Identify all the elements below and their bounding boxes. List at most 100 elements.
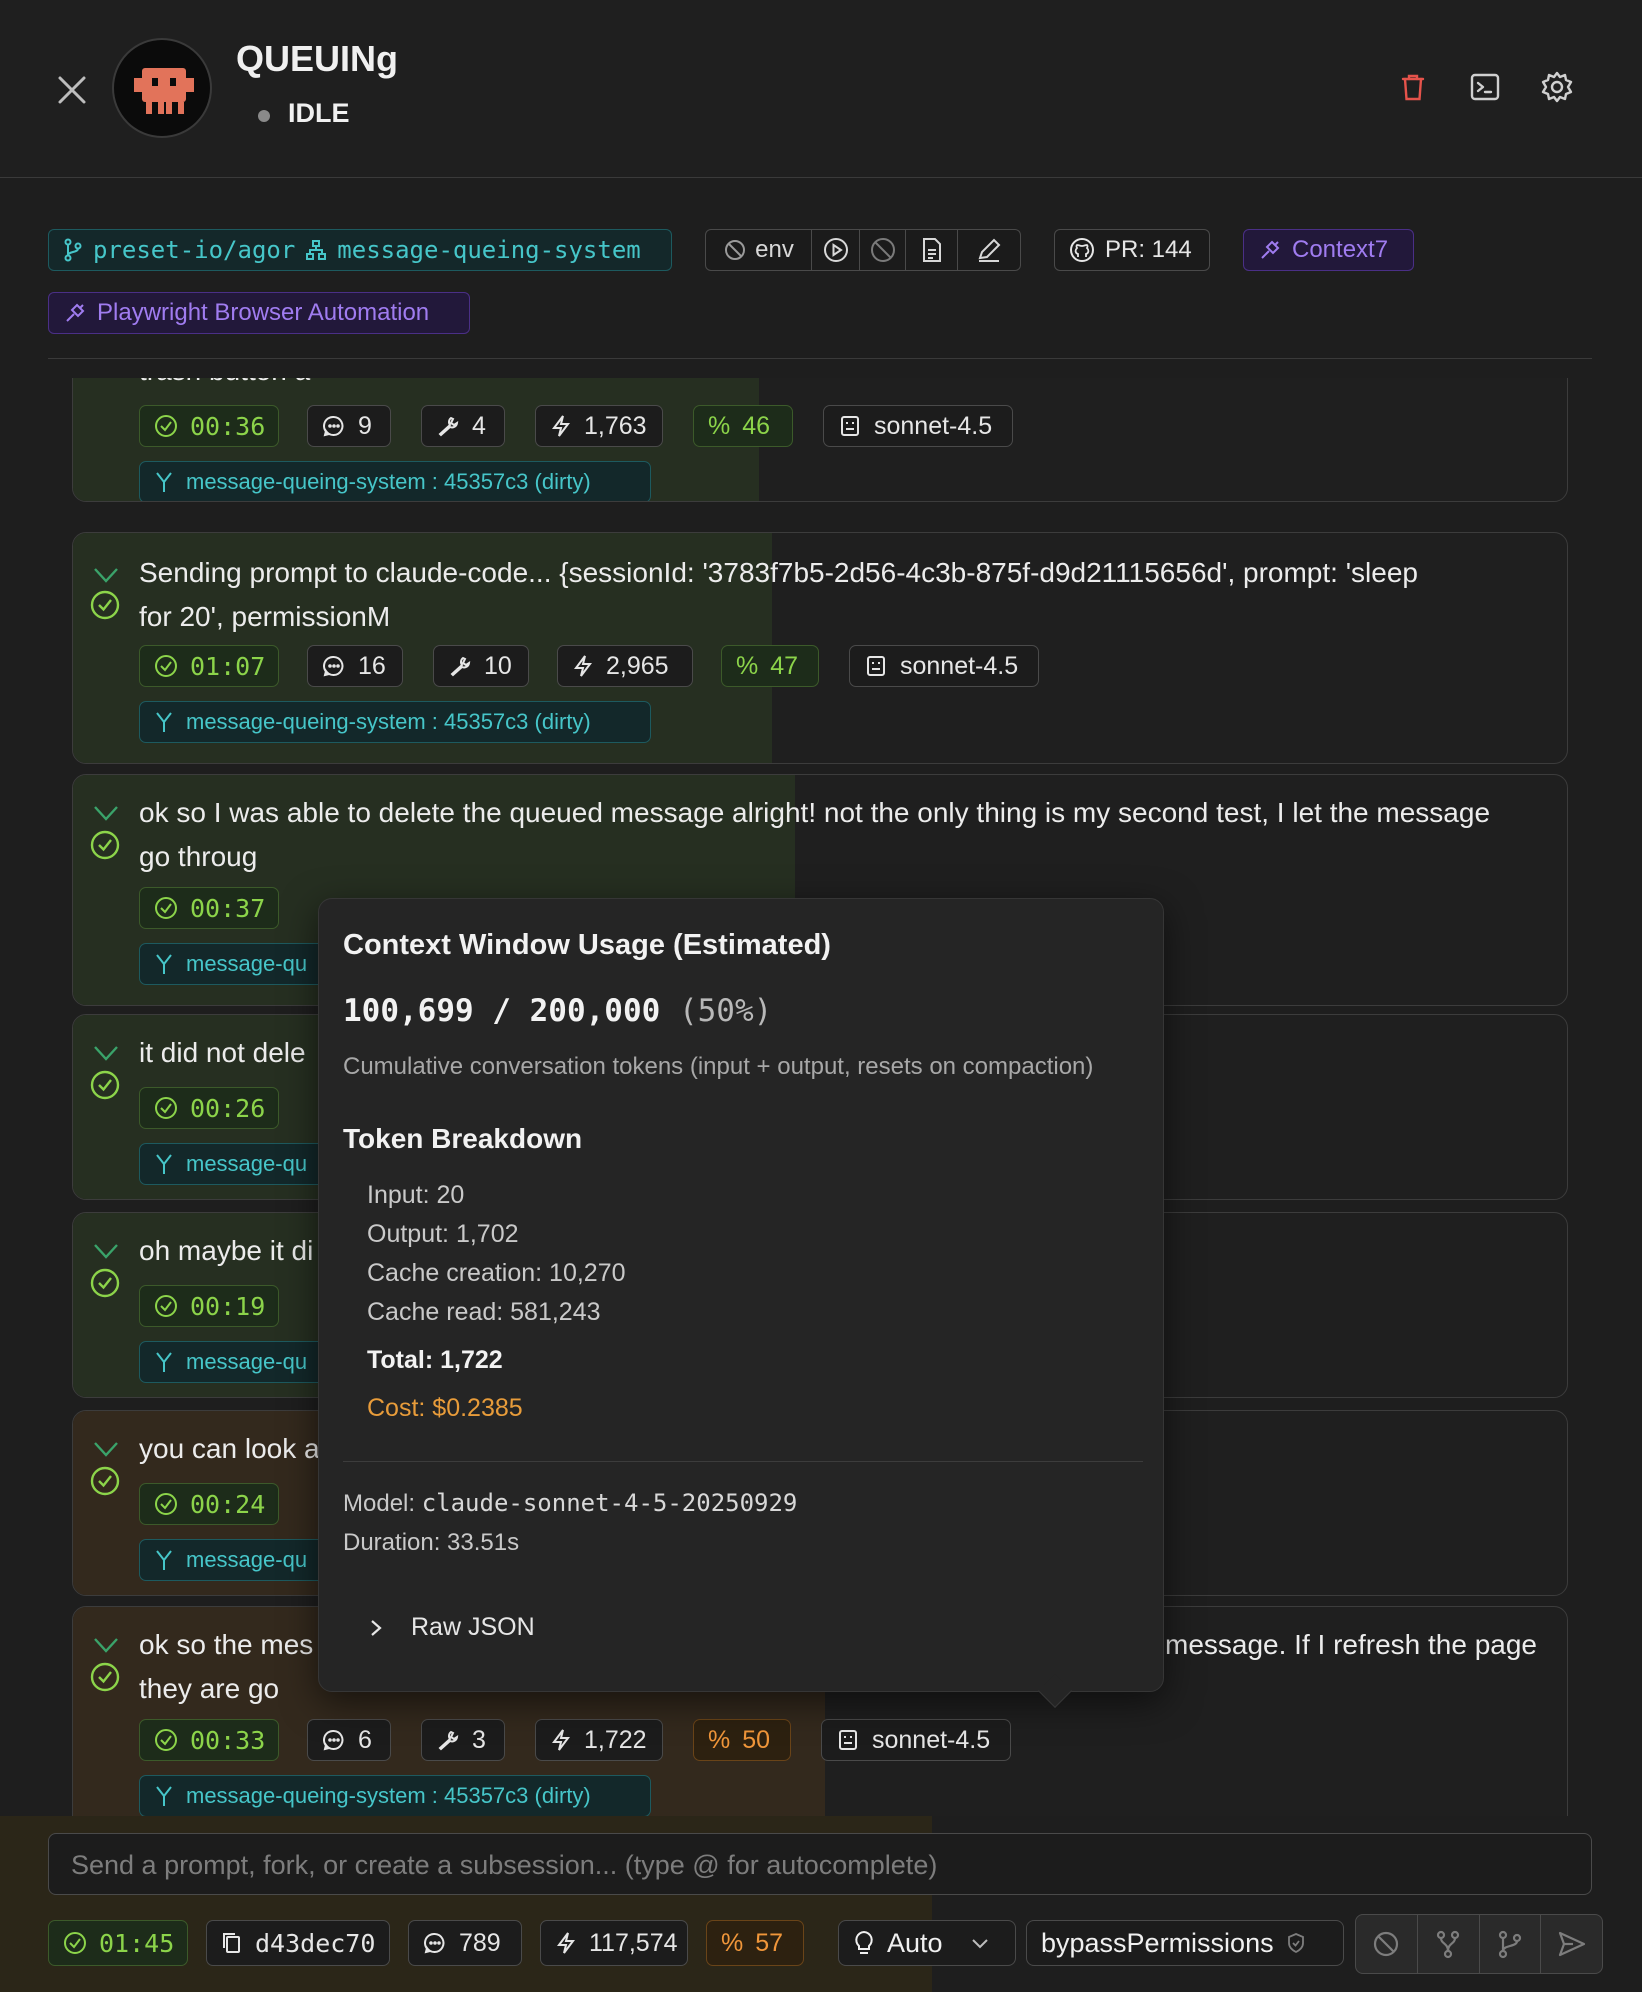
model-badge: sonnet-4.5 <box>821 1719 1011 1761</box>
context-usage-value: 100,699 / 200,000 (50%) <box>343 993 773 1029</box>
wrench-icon <box>438 416 459 437</box>
env-label: env <box>755 236 794 263</box>
cache-creation-tokens: Cache creation: 10,270 <box>367 1259 626 1287</box>
chevron-down-icon[interactable] <box>91 1041 121 1065</box>
message-card[interactable]: trash button a 00:36 9 4 1,763 % 46 sonn… <box>72 378 1568 502</box>
cost-value: Cost: $0.2385 <box>367 1394 523 1422</box>
stop-icon <box>1374 1931 1399 1957</box>
duration-badge: 00:36 <box>139 405 279 447</box>
chat-icon <box>323 1729 344 1751</box>
chevron-down-icon <box>971 1939 988 1949</box>
repo-name: preset-io/agor <box>93 236 296 264</box>
git-fork-icon <box>156 1550 172 1570</box>
session-token-count: 117,574 <box>540 1920 688 1966</box>
check-circle-icon <box>90 1070 120 1100</box>
check-circle-icon <box>90 1466 120 1496</box>
git-fork-icon <box>156 1352 172 1372</box>
robot-icon <box>867 656 885 676</box>
gear-icon[interactable] <box>1540 70 1574 104</box>
git-fork-icon <box>156 712 172 732</box>
mode-value: Auto <box>887 1927 943 1958</box>
permission-value: bypassPermissions <box>1041 1927 1274 1958</box>
tool-count-badge: 10 <box>433 645 529 687</box>
context-usage-percent: (50%) <box>678 993 773 1029</box>
model-badge: sonnet-4.5 <box>849 645 1039 687</box>
env-edit-button[interactable] <box>958 230 1020 270</box>
session-message-count: 789 <box>408 1920 522 1966</box>
commit-badge[interactable]: d43dec70 <box>206 1920 390 1966</box>
percent-icon: % <box>708 1725 731 1754</box>
stop-button[interactable] <box>1356 1915 1418 1973</box>
chevron-down-icon[interactable] <box>91 563 121 587</box>
chevron-down-icon[interactable] <box>91 801 121 825</box>
message-count-badge: 6 <box>307 1719 391 1761</box>
mode-select[interactable]: Auto <box>838 1920 1016 1966</box>
env-status[interactable]: env <box>706 230 812 270</box>
mcp-label-context7: Context7 <box>1292 236 1389 263</box>
subsession-button[interactable] <box>1480 1915 1542 1973</box>
branch-badge: message-queing-system : 45357c3 (dirty) <box>139 1775 651 1816</box>
chat-icon <box>323 655 344 677</box>
mcp-tag-context7[interactable]: Context7 <box>1243 229 1414 271</box>
file-icon <box>922 238 941 262</box>
env-start-button[interactable] <box>812 230 860 270</box>
context-percent-badge[interactable]: % 50 <box>693 1719 791 1761</box>
terminal-icon[interactable] <box>1468 70 1502 104</box>
branch-badge: message-queing-system : 45357c3 (dirty) <box>139 461 651 501</box>
repo-worktree-tag[interactable]: preset-io/agor message-queing-system <box>48 229 672 271</box>
message-text-line2: go throug <box>139 841 258 872</box>
duration-badge: 00:33 <box>139 1719 279 1761</box>
check-circle-icon <box>155 1295 177 1317</box>
git-fork-icon <box>156 1786 172 1806</box>
prompt-input[interactable]: Send a prompt, fork, or create a subsess… <box>48 1833 1592 1895</box>
branch-badge: message-queing-system : 45357c3 (dirty) <box>139 701 651 743</box>
message-text-line1: Sending prompt to claude-code... {sessio… <box>139 557 1418 588</box>
pull-request-tag[interactable]: PR: 144 <box>1054 229 1210 271</box>
pr-label: PR: 144 <box>1105 236 1192 263</box>
duration-badge: 00:37 <box>139 887 279 929</box>
git-fork-icon <box>156 954 172 974</box>
worktree-icon <box>306 240 327 260</box>
context-percent-badge[interactable]: % 47 <box>721 645 819 687</box>
env-stop-button[interactable] <box>860 230 906 270</box>
mcp-tag-playwright[interactable]: Playwright Browser Automation <box>48 292 470 334</box>
chevron-down-icon[interactable] <box>91 1633 121 1657</box>
context-percent-badge[interactable]: % 46 <box>693 405 793 447</box>
copy-icon <box>223 1933 240 1953</box>
raw-json-toggle[interactable]: Raw JSON <box>367 1613 535 1642</box>
close-icon[interactable] <box>52 70 92 110</box>
trash-icon[interactable] <box>1396 70 1430 104</box>
session-header: QUEUINg IDLE <box>0 0 1642 178</box>
session-title: QUEUINg <box>236 38 398 79</box>
token-breakdown-title: Token Breakdown <box>343 1123 583 1154</box>
raw-json-label: Raw JSON <box>411 1613 535 1641</box>
git-branch-icon <box>1498 1930 1521 1959</box>
check-circle-icon <box>155 1493 177 1515</box>
permission-select[interactable]: bypassPermissions <box>1026 1920 1344 1966</box>
session-context-percent[interactable]: % 57 <box>706 1920 804 1966</box>
git-branch-icon <box>64 238 82 262</box>
total-tokens: Total: 1,722 <box>367 1346 503 1374</box>
message-card[interactable]: Sending prompt to claude-code... {sessio… <box>72 532 1568 764</box>
stop-icon <box>870 238 895 262</box>
fork-button[interactable] <box>1418 1915 1480 1973</box>
token-count-badge: 1,763 <box>535 405 663 447</box>
disabled-icon <box>725 240 746 260</box>
chat-icon <box>424 1932 445 1954</box>
input-tokens: Input: 20 <box>367 1181 465 1209</box>
lightning-icon <box>574 655 592 677</box>
lightning-icon <box>557 1932 575 1954</box>
worktree-name: message-queing-system <box>337 236 641 264</box>
check-circle-icon <box>90 830 120 860</box>
chevron-down-icon[interactable] <box>91 1437 121 1461</box>
tool-count-badge: 4 <box>421 405 505 447</box>
percent-icon: % <box>736 651 759 680</box>
divider <box>48 358 1592 359</box>
percent-icon: % <box>708 411 731 440</box>
env-logs-button[interactable] <box>906 230 958 270</box>
percent-icon: % <box>721 1928 744 1957</box>
send-button[interactable] <box>1541 1915 1602 1973</box>
model-info: Model: claude-sonnet-4-5-20250929 <box>343 1489 798 1517</box>
chevron-down-icon[interactable] <box>91 1239 121 1263</box>
tooltip-title: Context Window Usage (Estimated) <box>343 929 831 961</box>
